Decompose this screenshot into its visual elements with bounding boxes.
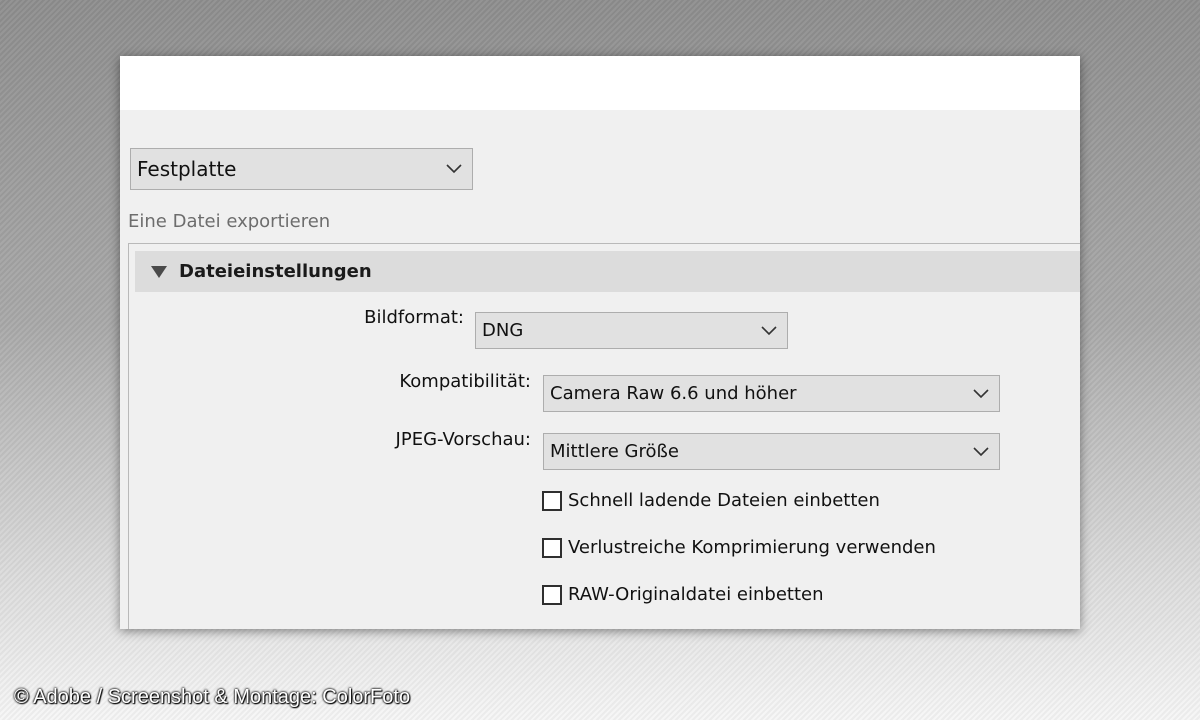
dialog-top-area <box>120 56 1080 110</box>
section-title: Dateieinstellungen <box>179 261 372 282</box>
checkbox-box[interactable] <box>542 584 562 605</box>
compatibility-label: Kompatibilität: <box>399 371 531 392</box>
chevron-down-icon <box>761 325 777 335</box>
chevron-down-icon <box>446 164 462 174</box>
image-credit: © Adobe / Screenshot & Montage: ColorFot… <box>14 686 411 708</box>
checkbox-fast-load[interactable]: Schnell ladende Dateien einbetten <box>542 490 880 511</box>
checkbox-label: Schnell ladende Dateien einbetten <box>568 490 880 511</box>
format-label: Bildformat: <box>364 307 464 328</box>
format-select-value: DNG <box>482 320 524 341</box>
chevron-down-icon <box>973 388 989 398</box>
export-subtitle: Eine Datei exportieren <box>128 211 331 232</box>
checkbox-lossy-compression[interactable]: Verlustreiche Komprimierung verwenden <box>542 537 936 558</box>
destination-select[interactable]: Festplatte <box>130 148 473 190</box>
destination-select-value: Festplatte <box>137 157 237 181</box>
export-dialog: Festplatte Eine Datei exportieren Dateie… <box>120 56 1080 629</box>
compatibility-select[interactable]: Camera Raw 6.6 und höher <box>543 375 1000 412</box>
checkbox-box[interactable] <box>542 537 562 558</box>
checkbox-embed-raw[interactable]: RAW-Originaldatei einbetten <box>542 584 824 605</box>
section-header-file-settings[interactable]: Dateieinstellungen <box>135 251 1080 292</box>
jpeg-preview-label: JPEG-Vorschau: <box>395 429 531 450</box>
triangle-down-icon[interactable] <box>151 265 167 278</box>
checkbox-box[interactable] <box>542 490 562 511</box>
jpeg-preview-select[interactable]: Mittlere Größe <box>543 433 1000 470</box>
compatibility-select-value: Camera Raw 6.6 und höher <box>550 383 797 404</box>
chevron-down-icon <box>973 446 989 456</box>
file-settings-panel: Dateieinstellungen Bildformat: DNG Kompa… <box>128 243 1080 629</box>
jpeg-preview-select-value: Mittlere Größe <box>550 441 679 462</box>
checkbox-label: Verlustreiche Komprimierung verwenden <box>568 537 936 558</box>
format-select[interactable]: DNG <box>475 312 788 349</box>
checkbox-label: RAW-Originaldatei einbetten <box>568 584 824 605</box>
